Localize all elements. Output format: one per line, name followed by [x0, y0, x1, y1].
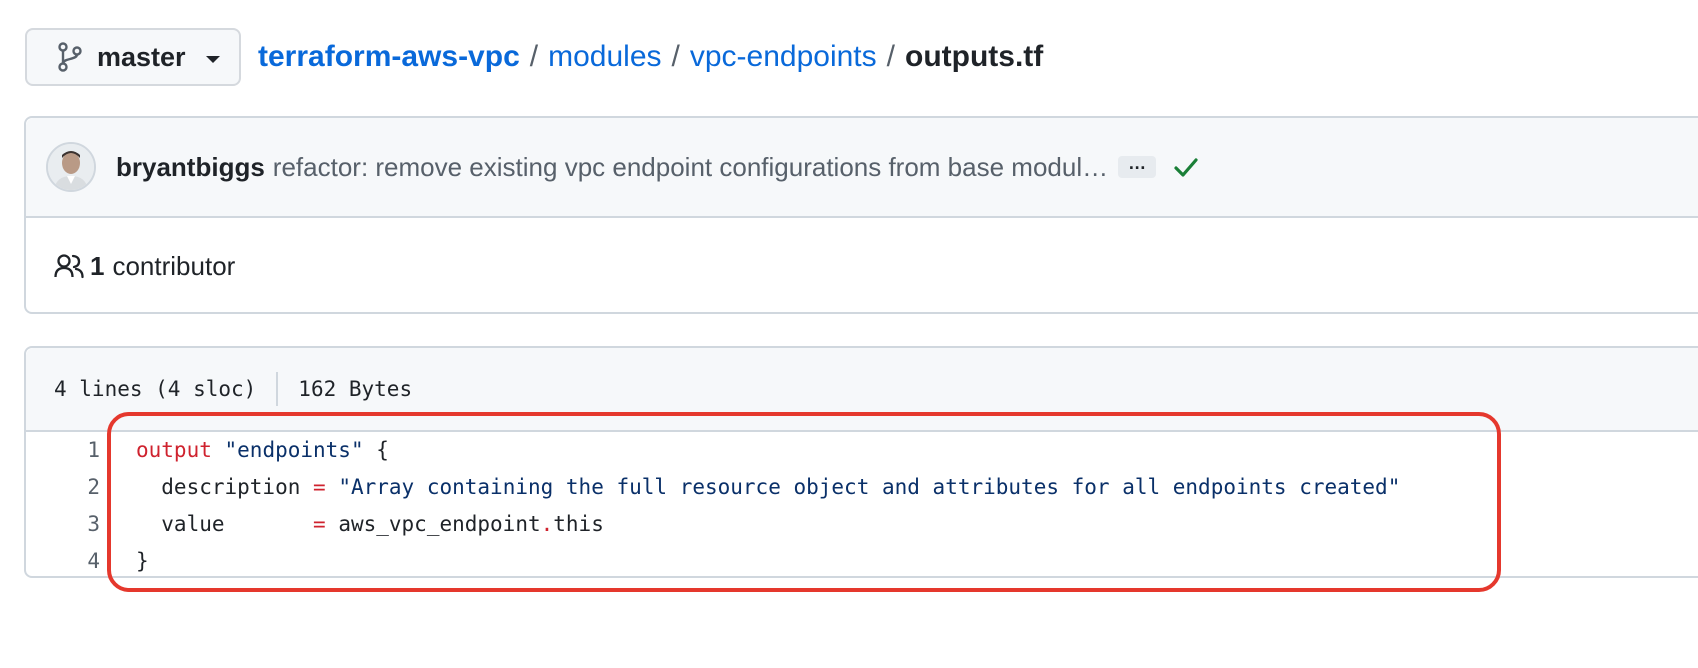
divider [276, 372, 279, 406]
line-number[interactable]: 3 [26, 506, 100, 543]
code-token: "endpoints" [224, 438, 364, 462]
branch-name: master [97, 41, 186, 72]
file-size: 162 Bytes [298, 377, 413, 401]
contributor-count: 1 [90, 250, 105, 281]
file-lines-info: 4 lines (4 sloc) [54, 377, 257, 401]
breadcrumb-separator: / [529, 40, 539, 73]
line-code: description = "Array containing the full… [100, 469, 1400, 506]
code-token: this [553, 512, 604, 536]
code-token: description [136, 475, 314, 499]
commit-author-link[interactable]: bryantbiggs [116, 152, 265, 183]
code-line: 2 description = "Array containing the fu… [26, 469, 1698, 506]
file-info-header: 4 lines (4 sloc) 162 Bytes [26, 348, 1698, 432]
code-token: "Array containing the full resource obje… [338, 475, 1401, 499]
avatar[interactable] [46, 142, 96, 192]
branch-selector-button[interactable]: master [25, 28, 241, 86]
breadcrumb-current-file: outputs.tf [905, 40, 1044, 73]
code-token: . [540, 512, 554, 536]
file-box: 4 lines (4 sloc) 162 Bytes 1 output "endp… [24, 346, 1698, 578]
line-number[interactable]: 2 [26, 469, 100, 506]
code-token: value [136, 512, 314, 536]
code-token: { [363, 438, 389, 462]
commit-header: bryantbiggs refactor: remove existing vp… [26, 118, 1698, 218]
commit-message-link[interactable]: refactor: remove existing vpc endpoint c… [273, 152, 1108, 183]
avatar-image [48, 144, 94, 190]
code-body: 1 output "endpoints" {2 description = "Ar… [26, 432, 1698, 580]
contributors-row[interactable]: 1 contributor [26, 218, 1698, 314]
chevron-down-icon [205, 55, 220, 63]
code-token: } [136, 549, 149, 573]
contributor-label: contributor [112, 250, 236, 281]
breadcrumb-modules-link[interactable]: modules [548, 40, 661, 73]
code-token: = [313, 475, 326, 499]
breadcrumb: terraform-aws-vpc / modules / vpc-endpoints /… [258, 36, 1043, 78]
code-line: 3 value = aws_vpc_endpoint.this [26, 506, 1698, 543]
line-code: value = aws_vpc_endpoint.this [100, 506, 604, 543]
code-token: aws_vpc_endpoint [325, 512, 541, 536]
breadcrumb-separator: / [886, 40, 895, 73]
git-branch-icon [58, 42, 82, 72]
code-line: 1 output "endpoints" { [26, 432, 1698, 469]
code-line: 4} [26, 543, 1698, 580]
line-code: output "endpoints" { [100, 432, 389, 469]
latest-commit-box: bryantbiggs refactor: remove existing vp… [24, 116, 1698, 314]
check-icon[interactable] [1172, 155, 1200, 179]
people-icon [54, 254, 84, 279]
line-code: } [100, 543, 149, 580]
breadcrumb-repo-link[interactable]: terraform-aws-vpc [258, 40, 520, 73]
code-token: output [136, 438, 212, 462]
breadcrumb-vpc-endpoints-link[interactable]: vpc-endpoints [690, 40, 877, 73]
code-token: = [313, 512, 326, 536]
file-view-page: master terraform-aws-vpc / modules / vpc-end… [0, 0, 1698, 668]
commit-expand-button[interactable]: … [1118, 154, 1157, 178]
breadcrumb-separator: / [671, 40, 680, 73]
line-number[interactable]: 4 [26, 543, 100, 580]
line-number[interactable]: 1 [26, 432, 100, 469]
